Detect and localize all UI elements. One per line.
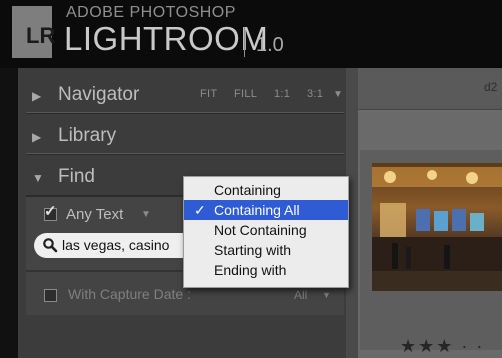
- panel-divider: [26, 112, 344, 114]
- capture-date-checkbox[interactable]: [44, 289, 57, 302]
- zoom-fit-option[interactable]: FIT: [200, 88, 217, 100]
- grid-top-bar-label: d2: [484, 80, 498, 94]
- product-name-large: LIGHTROOM: [64, 20, 269, 57]
- library-panel-label: Library: [58, 125, 117, 146]
- panel-divider: [26, 153, 344, 155]
- zoom-3-1-option[interactable]: 3:1: [307, 88, 323, 100]
- menu-item-label: Containing All: [214, 202, 300, 218]
- text-filter-label[interactable]: Any Text: [66, 206, 123, 223]
- menu-item-label: Not Containing: [214, 222, 307, 238]
- menu-item-label: Containing: [214, 182, 281, 198]
- search-input-value[interactable]: las vegas, casino: [62, 237, 169, 253]
- zoom-1-1-option[interactable]: 1:1: [274, 88, 290, 100]
- menu-item-label: Starting with: [214, 242, 292, 258]
- expand-triangle-icon: ▶: [32, 89, 42, 103]
- selected-checkmark-icon: ✓: [194, 202, 206, 218]
- left-panel-edge: [0, 68, 18, 358]
- rating-stars[interactable]: ★★★ · ·: [400, 336, 484, 357]
- menu-item-containing-all[interactable]: ✓ Containing All: [184, 200, 348, 220]
- library-panel-header[interactable]: ▶ Library: [18, 117, 346, 155]
- text-match-dropdown-menu: Containing ✓ Containing All Not Containi…: [183, 176, 349, 288]
- zoom-fill-option[interactable]: FILL: [234, 88, 257, 100]
- lr-logo: LR: [12, 6, 55, 58]
- menu-item-containing[interactable]: Containing: [184, 180, 348, 200]
- product-version: 1.0: [256, 34, 284, 56]
- capture-date-label: With Capture Date :: [68, 286, 191, 302]
- search-icon: [43, 238, 58, 253]
- expand-triangle-icon: ▶: [32, 130, 42, 144]
- title-divider: [244, 27, 245, 57]
- navigator-panel-header[interactable]: ▶ Navigator FIT FILL 1:1 3:1 ▼: [18, 76, 346, 114]
- grid-top-bar: [358, 68, 502, 110]
- menu-item-not-containing[interactable]: Not Containing: [184, 220, 348, 240]
- capture-date-caret-icon[interactable]: ▼: [322, 290, 331, 300]
- text-filter-caret-icon[interactable]: ▼: [141, 209, 151, 220]
- zoom-dropdown-caret-icon[interactable]: ▼: [333, 89, 343, 100]
- collapse-triangle-icon: ▼: [32, 171, 44, 185]
- thumbnail-photo[interactable]: [372, 163, 502, 291]
- checkmark-icon: ✓: [44, 203, 57, 220]
- menu-item-starting-with[interactable]: Starting with: [184, 240, 348, 260]
- menu-item-ending-with[interactable]: Ending with: [184, 260, 348, 280]
- menu-item-label: Ending with: [214, 262, 287, 278]
- capture-date-select[interactable]: All: [294, 288, 307, 302]
- find-panel-label: Find: [58, 166, 95, 187]
- navigator-panel-label: Navigator: [58, 84, 140, 105]
